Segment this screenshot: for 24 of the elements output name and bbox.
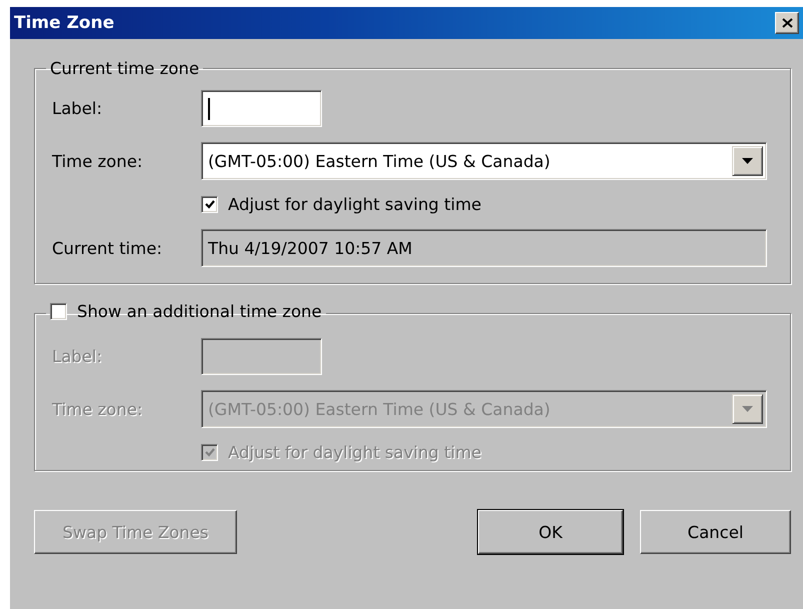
check-icon: [204, 448, 214, 458]
close-button[interactable]: [775, 12, 799, 34]
field-label: Label:: [52, 99, 104, 118]
dialog-button[interactable]: Cancel: [640, 510, 791, 554]
label-field[interactable]: [201, 338, 322, 375]
checkbox-label: Adjust for daylight saving time: [228, 195, 482, 214]
group-title: Current time zone: [50, 59, 200, 78]
window-title: Time Zone: [14, 13, 116, 33]
caret-icon: [742, 406, 753, 412]
checkbox-label: Adjust for daylight saving time: [228, 443, 482, 462]
checkbox-label: Show an additional time zone: [77, 302, 322, 321]
label-field[interactable]: [201, 90, 322, 127]
field-label: Time zone:: [52, 400, 144, 418]
dialog-button[interactable]: OK: [478, 510, 623, 554]
close-icon: [782, 18, 792, 28]
check-icon: [204, 200, 214, 210]
field-label: Label:: [52, 347, 104, 366]
time-zone-dropdown[interactable]: (GMT-05:00) Eastern Time (US & Canada): [201, 142, 767, 180]
text-cursor: [208, 98, 210, 120]
field-label: Time zone:: [52, 152, 144, 170]
current-time-field: Thu 4/19/2007 10:57 AM: [201, 229, 767, 267]
caret-icon: [742, 158, 753, 164]
checkbox[interactable]: [201, 196, 218, 213]
field-label: Current time:: [52, 238, 164, 258]
